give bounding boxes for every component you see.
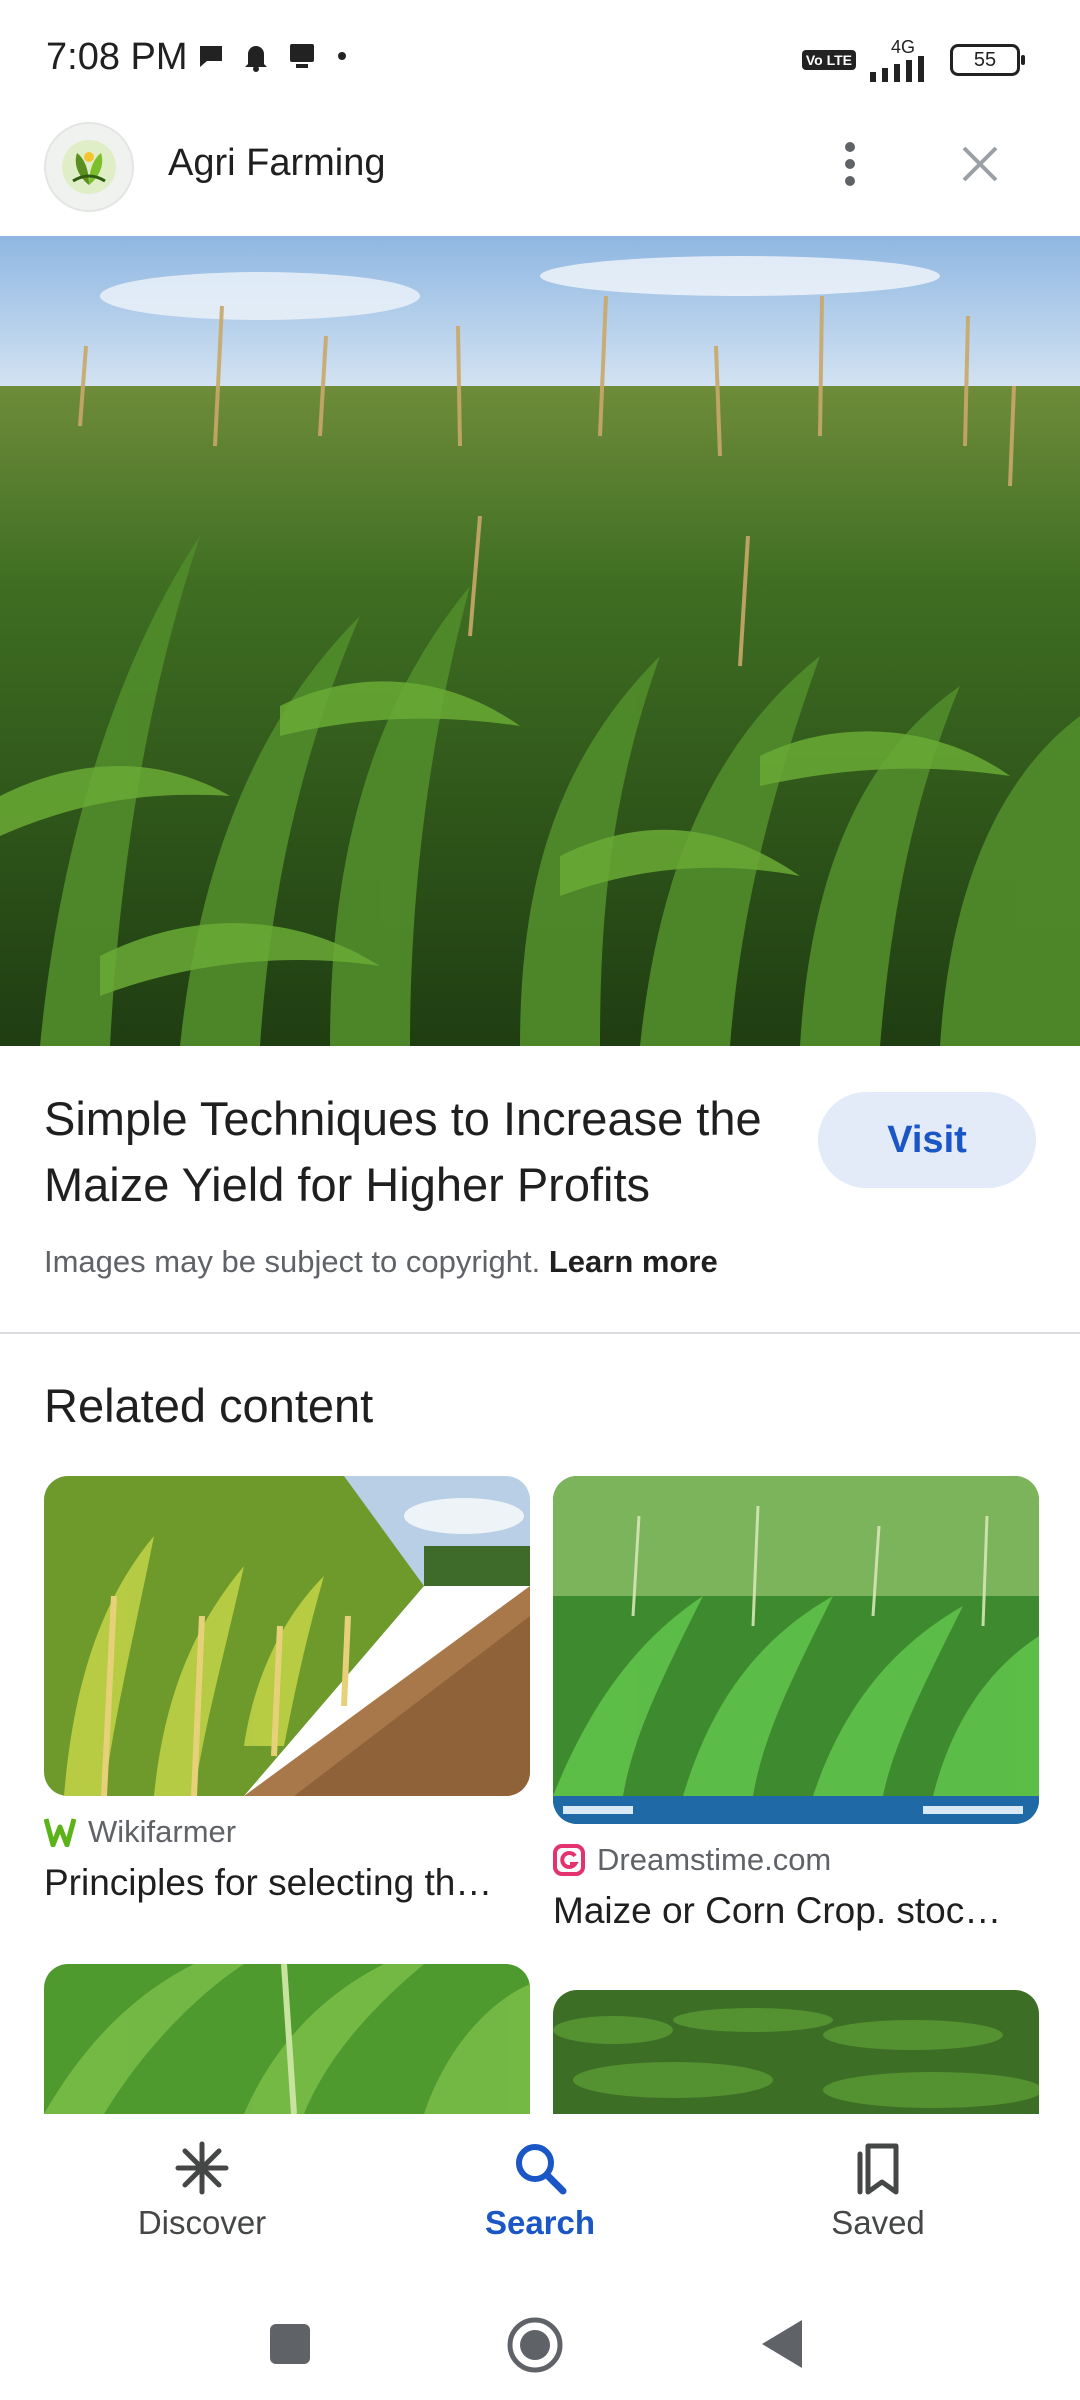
nav-saved[interactable]: Saved [758,2140,998,2242]
monitor-icon [290,44,314,68]
divider [0,1332,1080,1334]
status-bar: 7:08 PM Vo LTE 4G 55 [0,0,1080,118]
related-source-name: Wikifarmer [88,1814,237,1849]
related-card[interactable]: Dreamstime.com Maize or Corn Crop. stoc… [553,1476,1039,1932]
copyright-notice: Images may be subject to copyright. Lear… [44,1244,718,1280]
nav-search[interactable]: Search [420,2140,660,2242]
related-thumbnail[interactable] [44,1964,530,2114]
notification-icons [196,40,352,72]
cornfield-image [0,236,1080,1046]
volte-icon: Vo LTE [801,50,856,70]
related-source-name: Dreamstime.com [597,1842,832,1877]
system-status-icons: Vo LTE 4G 55 [801,37,1025,82]
close-button[interactable] [950,134,1010,194]
nav-discover[interactable]: Discover [82,2140,322,2242]
bookmark-icon [857,2143,899,2195]
dreamstime-logo-icon [553,1844,585,1876]
close-icon [962,146,998,182]
related-thumbnail[interactable] [553,1476,1039,1824]
related-card[interactable]: Wikifarmer Principles for selecting th… [44,1476,530,1904]
leaf-logo-icon [62,140,116,194]
site-title[interactable]: Agri Farming [168,142,386,185]
related-source: Wikifarmer [44,1814,530,1850]
site-logo[interactable] [44,122,134,212]
search-icon [516,2144,567,2195]
viewer-header: Agri Farming [0,118,1080,236]
more-vert-icon [845,142,855,186]
bell-icon [245,46,267,72]
related-thumbnail[interactable] [44,1476,530,1796]
related-content-heading: Related content [44,1379,374,1432]
system-navigation-bar [0,2284,1080,2400]
status-time: 7:08 PM [46,36,188,78]
network-type: 4G [890,37,915,57]
nav-label: Search [484,2204,596,2241]
related-title[interactable]: Principles for selecting th… [44,1862,530,1904]
dot-icon [338,52,346,60]
hero-image[interactable] [0,236,1080,1046]
nav-label: Saved [831,2204,925,2241]
related-thumbnail[interactable] [553,1990,1039,2114]
related-source: Dreamstime.com [553,1842,1039,1878]
learn-more-link[interactable]: Learn more [549,1244,718,1279]
chat-icon [200,46,222,67]
bottom-navigation: Discover Search Saved [0,2114,1080,2284]
corn-field-image [553,1990,1039,2114]
corn-leaves-image [44,1964,530,2114]
wikifarmer-logo-icon [44,1818,76,1847]
home-icon[interactable] [506,2316,564,2374]
visit-button[interactable]: Visit [818,1092,1036,1188]
recents-icon[interactable] [268,2322,312,2366]
signal-icon [870,56,924,82]
related-card[interactable] [44,1964,530,2114]
article-title[interactable]: Simple Techniques to Increase the Maize … [44,1086,804,1218]
copyright-text: Images may be subject to copyright. [44,1244,541,1279]
nav-label: Discover [137,2204,267,2241]
related-card[interactable] [553,1990,1039,2114]
more-options-button[interactable] [820,134,880,194]
asterisk-icon [175,2141,229,2195]
battery-icon: 55 [950,44,1025,76]
related-title[interactable]: Maize or Corn Crop. stoc… [553,1890,1039,1932]
corn-crop-image [553,1476,1039,1824]
back-icon[interactable] [758,2318,806,2370]
corn-row-image [44,1476,530,1796]
